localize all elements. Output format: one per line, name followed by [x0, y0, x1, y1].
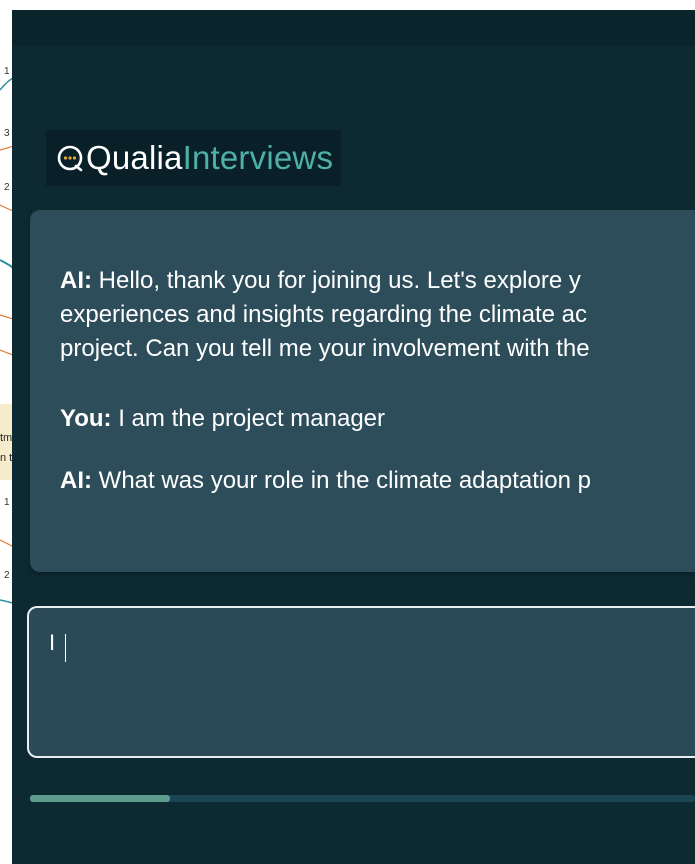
background-number: 2 [4, 570, 10, 581]
message-line: AI: What was your role in the climate ad… [60, 464, 695, 498]
response-input-box[interactable]: I [27, 606, 695, 758]
text-caret [65, 634, 66, 662]
interview-progress-fill [30, 795, 170, 802]
message-line: You: I am the project manager [60, 402, 695, 436]
background-number: 2 [4, 182, 10, 193]
chat-message-ai: AI: What was your role in the climate ad… [60, 464, 695, 498]
message-line: project. Can you tell me your involvemen… [60, 335, 590, 362]
logo-text: QualiaInterviews [86, 139, 333, 177]
background-number: 1 [4, 497, 10, 508]
window-top-band [12, 10, 695, 46]
app-logo: QualiaInterviews [46, 130, 342, 186]
background-note-line: tm [0, 432, 13, 444]
message-text: What was your role in the climate adapta… [98, 467, 591, 494]
speaker-label: AI: [60, 467, 92, 494]
chat-message-user: You: I am the project manager [60, 402, 695, 436]
message-line: AI: Hello, thank you for joining us. Let… [60, 264, 695, 298]
speaker-label: AI: [60, 267, 92, 294]
background-number: 1 [4, 66, 10, 77]
message-line: experiences and insights regarding the c… [60, 301, 587, 328]
logo-secondary-text: Interviews [182, 139, 334, 176]
interview-progress-bar [30, 795, 695, 802]
speaker-label: You: [60, 405, 112, 432]
logo-primary-text: Qualia [86, 139, 183, 176]
chat-transcript: AI: Hello, thank you for joining us. Let… [30, 210, 695, 572]
background-note-line: n t [0, 452, 13, 464]
speech-bubble-icon [56, 144, 84, 172]
message-text: Hello, thank you for joining us. Let's e… [98, 267, 581, 294]
background-number: 3 [4, 128, 10, 139]
response-input[interactable]: I [29, 608, 695, 756]
chat-message-ai: AI: Hello, thank you for joining us. Let… [60, 264, 695, 366]
message-text: I am the project manager [118, 405, 386, 432]
interview-app-window: QualiaInterviews AI: Hello, thank you fo… [12, 10, 695, 864]
